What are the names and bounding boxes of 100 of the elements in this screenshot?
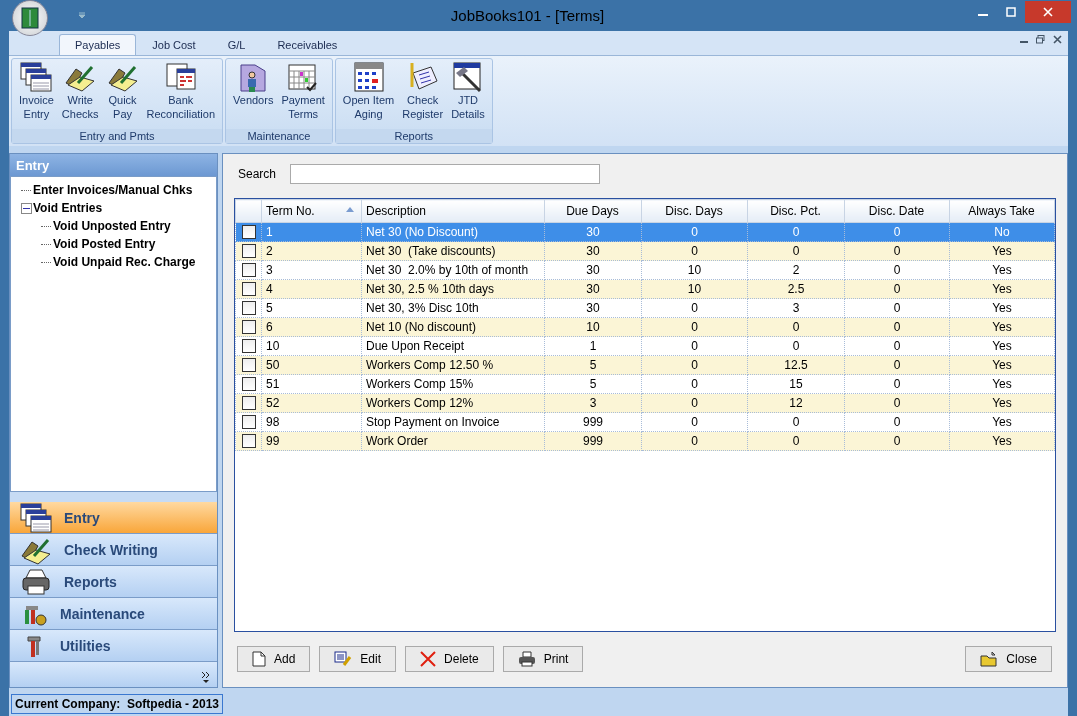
nav-button[interactable]: Utilities <box>10 630 217 662</box>
table-cell: Net 10 (No discount) <box>361 317 545 337</box>
ribbon-tab[interactable]: Job Cost <box>136 34 212 55</box>
table-cell: 0 <box>844 317 950 337</box>
ribbon-tab[interactable]: Payables <box>59 34 137 55</box>
window-title: JobBooks101 - [Terms] <box>449 7 606 24</box>
calendar-icon <box>287 61 320 93</box>
delete-button[interactable]: Delete <box>405 646 494 672</box>
printer-icon <box>517 651 536 667</box>
edit-icon <box>334 651 353 667</box>
checkbox[interactable] <box>241 377 256 391</box>
table-cell: 30 <box>544 298 642 318</box>
column-header[interactable]: Disc. Date <box>844 199 950 223</box>
edit-button[interactable]: Edit <box>319 646 397 672</box>
dropdown-icon[interactable] <box>78 11 86 20</box>
checkbox[interactable] <box>241 358 256 372</box>
table-cell: 98 <box>261 412 362 432</box>
table-cell: Yes <box>949 279 1055 299</box>
close-icon[interactable] <box>1053 35 1062 44</box>
close-button[interactable]: Close <box>965 646 1052 672</box>
table-cell: 0 <box>641 374 748 394</box>
table-cell: 3 <box>544 393 642 413</box>
table-cell: Due Upon Receipt <box>361 336 545 356</box>
table-cell: Yes <box>949 393 1055 413</box>
nav-button[interactable]: Reports <box>10 566 217 598</box>
tree-item[interactable]: Enter Invoices/Manual Chks <box>33 183 193 197</box>
close-button[interactable] <box>1025 0 1071 23</box>
table-cell: 12 <box>747 393 845 413</box>
collapse-toggle[interactable] <box>21 202 32 214</box>
window-stack-icon <box>20 61 53 93</box>
folder-icon <box>980 651 999 667</box>
table-cell: 0 <box>844 298 950 318</box>
app-menu-button[interactable] <box>12 0 48 36</box>
checkbox[interactable] <box>241 244 256 258</box>
table-cell: Net 30, 2.5 % 10th days <box>361 279 545 299</box>
add-button[interactable]: Add <box>237 646 311 672</box>
checkbox[interactable] <box>241 263 256 277</box>
table-cell: 1 <box>544 336 642 356</box>
ribbon-button[interactable]: Check Register <box>398 61 448 129</box>
table-cell: 0 <box>844 260 950 280</box>
checkbox[interactable] <box>241 225 256 239</box>
table-cell: Yes <box>949 260 1055 280</box>
print-button[interactable]: Print <box>502 646 584 672</box>
nav-button[interactable]: Maintenance <box>10 598 217 630</box>
checkbox[interactable] <box>241 396 256 410</box>
ribbon-button[interactable]: Payment Terms <box>277 61 329 129</box>
ribbon-button[interactable]: Vendors <box>229 61 278 129</box>
table-cell: Workers Comp 12% <box>361 393 545 413</box>
tree-item[interactable]: Void Posted Entry <box>53 237 156 251</box>
nav-button[interactable]: Check Writing <box>10 534 217 566</box>
checkbox[interactable] <box>241 339 256 353</box>
chevron-icon[interactable] <box>201 671 211 683</box>
table-cell: Stop Payment on Invoice <box>361 412 545 432</box>
table-cell: 999 <box>544 412 642 432</box>
ribbon-tab[interactable]: Receivables <box>261 34 354 55</box>
tree-item[interactable]: Void Unpaid Rec. Charge <box>53 255 196 269</box>
column-header[interactable]: Disc. Days <box>641 199 748 223</box>
ribbon-button[interactable]: Write Checks <box>57 61 103 129</box>
column-header[interactable]: Disc. Pct. <box>747 199 845 223</box>
table-cell: 30 <box>544 260 642 280</box>
checkbox[interactable] <box>241 434 256 448</box>
column-header[interactable]: Always Take <box>949 199 1055 223</box>
table-cell: Workers Comp 12.50 % <box>361 355 545 375</box>
checkbox[interactable] <box>241 320 256 334</box>
ribbon-button[interactable]: Open Item Aging <box>338 61 399 129</box>
column-header[interactable]: Term No. <box>261 199 362 223</box>
table-cell: 2 <box>747 260 845 280</box>
ribbon-button[interactable]: Quick Pay <box>102 61 143 129</box>
ribbon-button[interactable]: JTD Details <box>447 61 489 129</box>
table-cell: 0 <box>844 279 950 299</box>
table-cell: 30 <box>544 279 642 299</box>
table-cell: 10 <box>641 260 748 280</box>
table-cell: Yes <box>949 431 1055 451</box>
table-cell: Workers Comp 15% <box>361 374 545 394</box>
ribbon-button[interactable]: Bank Reconciliation <box>142 61 220 129</box>
table-cell: 3 <box>747 298 845 318</box>
ribbon-tab[interactable]: G/L <box>211 34 262 55</box>
ribbon-button[interactable]: Invoice Entry <box>15 61 58 129</box>
table-cell: 0 <box>641 298 748 318</box>
column-header[interactable]: Description <box>361 199 545 223</box>
table-cell: 0 <box>844 374 950 394</box>
table-cell: Yes <box>949 298 1055 318</box>
search-field[interactable] <box>290 164 601 184</box>
column-header[interactable]: Due Days <box>544 199 642 223</box>
table-cell: 0 <box>747 317 845 337</box>
table-cell: Yes <box>949 317 1055 337</box>
tree-item[interactable]: Void Entries <box>33 201 103 215</box>
checkbox[interactable] <box>241 282 256 296</box>
nav-button[interactable]: Entry <box>10 502 217 534</box>
group-label: Maintenance <box>226 129 332 143</box>
checkbox[interactable] <box>241 415 256 429</box>
checkbox[interactable] <box>241 301 256 315</box>
tree-item[interactable]: Void Unposted Entry <box>53 219 171 233</box>
table-cell: 0 <box>747 431 845 451</box>
sort-ascending-icon <box>346 207 354 212</box>
table-cell: Yes <box>949 336 1055 356</box>
panel-header: Entry <box>10 154 217 176</box>
table-cell: Work Order <box>361 431 545 451</box>
group-label: Reports <box>335 129 492 143</box>
restore-icon[interactable] <box>1036 35 1045 44</box>
